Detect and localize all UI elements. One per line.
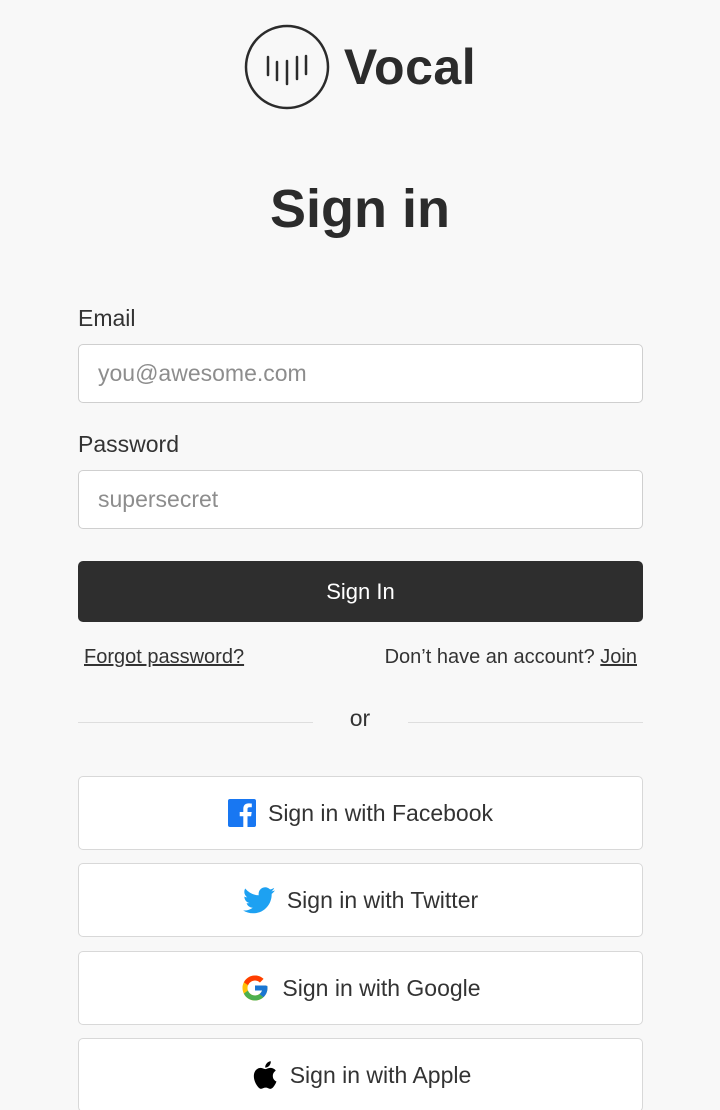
twitter-sign-in-label: Sign in with Twitter: [286, 886, 479, 913]
brand-logo[interactable]: Vocal: [0, 22, 720, 112]
apple-sign-in-label: Sign in with Apple: [289, 1061, 472, 1088]
page-title: Sign in: [270, 179, 450, 239]
email-field[interactable]: [78, 344, 643, 403]
google-sign-in-label: Sign in with Google: [282, 974, 481, 1001]
google-icon: [242, 975, 268, 1001]
twitter-icon: [242, 886, 275, 913]
password-field[interactable]: [78, 470, 643, 529]
divider-line-right: [408, 722, 643, 723]
facebook-sign-in-button[interactable]: Sign in with Facebook: [78, 776, 643, 850]
forgot-password-link[interactable]: Forgot password?: [84, 646, 244, 669]
join-prompt: Don’t have an account? Join: [385, 646, 637, 669]
join-link[interactable]: Join: [600, 646, 637, 668]
brand-name: Vocal: [343, 39, 477, 95]
or-divider-text: or: [349, 705, 371, 731]
twitter-sign-in-button[interactable]: Sign in with Twitter: [78, 863, 643, 937]
waveform-circle-icon: [244, 24, 330, 110]
facebook-sign-in-label: Sign in with Facebook: [267, 799, 493, 826]
password-label: Password: [78, 431, 179, 457]
google-sign-in-button[interactable]: Sign in with Google: [78, 951, 643, 1025]
apple-sign-in-button[interactable]: Sign in with Apple: [78, 1038, 643, 1110]
no-account-text: Don’t have an account?: [384, 646, 595, 668]
sign-in-button[interactable]: Sign In: [78, 561, 643, 622]
facebook-icon: [227, 799, 256, 827]
email-label: Email: [78, 305, 136, 331]
apple-icon: [253, 1061, 277, 1089]
